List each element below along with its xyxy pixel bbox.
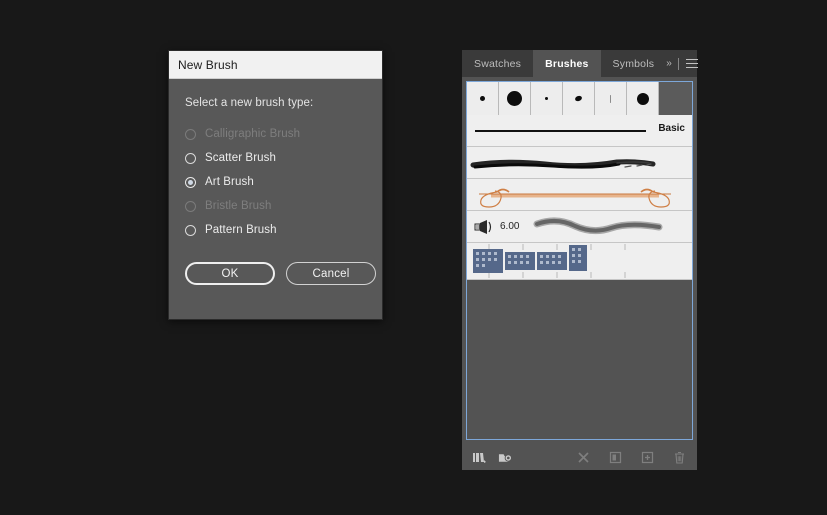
panel-menu-icon[interactable] xyxy=(685,59,698,68)
radio-bristle-brush: Bristle Brush xyxy=(185,194,382,218)
brush-swatch-calligraphic-1pt[interactable] xyxy=(531,82,563,115)
dot-icon xyxy=(574,94,583,103)
brush-size-value: 6.00 xyxy=(500,221,520,232)
brushes-list-container[interactable]: Basic 6.00 xyxy=(466,81,693,440)
brush-swatch-calligraphic-round[interactable] xyxy=(627,82,659,115)
panel-toolbar-left xyxy=(472,450,513,465)
charcoal-stroke-preview xyxy=(470,158,656,169)
brush-swatch-calligraphic-thin[interactable] xyxy=(595,82,627,115)
dialog-button-bar: OK Cancel xyxy=(185,262,382,285)
dot-icon xyxy=(545,97,548,100)
brush-swatch-calligraphic-3pt[interactable] xyxy=(467,82,499,115)
dialog-titlebar: New Brush xyxy=(169,51,382,79)
swatch-row-filler xyxy=(659,82,692,115)
radio-scatter-brush[interactable]: Scatter Brush xyxy=(185,146,382,170)
radio-calligraphic-brush: Calligraphic Brush xyxy=(185,122,382,146)
double-chevron-right-icon[interactable]: » xyxy=(666,58,671,69)
radio-label: Bristle Brush xyxy=(205,200,272,212)
dialog-title: New Brush xyxy=(178,57,238,72)
panel-tab-actions: » xyxy=(666,50,707,77)
panel-tab-bar: Swatches Brushes Symbols » xyxy=(462,50,698,77)
dot-icon xyxy=(610,94,611,103)
libraries-panel-icon[interactable] xyxy=(498,450,513,465)
brush-row-charcoal[interactable] xyxy=(467,147,692,179)
brush-swatch-calligraphic-oval[interactable] xyxy=(563,82,595,115)
dot-icon xyxy=(507,91,522,106)
tab-divider xyxy=(677,57,679,70)
brushes-panel: Swatches Brushes Symbols » Basic 6.00 xyxy=(462,50,698,470)
brush-swatch-calligraphic-10pt[interactable] xyxy=(499,82,531,115)
calligraphic-swatch-row xyxy=(467,82,692,115)
brush-row-basic[interactable]: Basic xyxy=(467,115,692,147)
ornament-art-stroke-preview xyxy=(479,188,671,208)
tab-swatches[interactable]: Swatches xyxy=(462,50,533,77)
bristle-brush-icon xyxy=(474,219,492,234)
new-brush-icon[interactable] xyxy=(640,450,655,465)
bristle-stroke-preview xyxy=(533,217,663,234)
radio-label: Pattern Brush xyxy=(205,224,277,236)
radio-icon xyxy=(185,128,196,140)
brush-list-empty-area xyxy=(467,310,692,439)
panel-bottom-toolbar xyxy=(462,444,697,470)
app-screen: New Brush Select a new brush type: Calli… xyxy=(0,0,827,515)
brush-row-pattern[interactable] xyxy=(467,243,692,280)
tab-brushes[interactable]: Brushes xyxy=(533,50,601,77)
delete-brush-icon[interactable] xyxy=(672,450,687,465)
remove-brush-stroke-icon[interactable] xyxy=(576,450,591,465)
brush-libraries-menu-icon[interactable] xyxy=(472,450,487,465)
brush-row-ornament-art[interactable] xyxy=(467,179,692,211)
radio-icon xyxy=(185,152,196,164)
ok-button[interactable]: OK xyxy=(185,262,275,285)
radio-label: Calligraphic Brush xyxy=(205,128,301,140)
dot-icon xyxy=(636,92,649,105)
brush-row-label: Basic xyxy=(658,123,685,134)
pattern-stroke-preview xyxy=(473,244,626,278)
radio-art-brush[interactable]: Art Brush xyxy=(185,170,382,194)
dot-icon xyxy=(480,96,485,101)
brush-options-icon[interactable] xyxy=(608,450,623,465)
basic-stroke-preview xyxy=(475,130,646,132)
radio-icon xyxy=(185,224,196,236)
panel-toolbar-right xyxy=(576,450,687,465)
radio-pattern-brush[interactable]: Pattern Brush xyxy=(185,218,382,242)
cancel-button[interactable]: Cancel xyxy=(286,262,376,285)
radio-selected-icon xyxy=(185,176,196,188)
dialog-body: Select a new brush type: Calligraphic Br… xyxy=(169,79,382,285)
brush-list: Basic 6.00 xyxy=(467,82,692,280)
dialog-prompt: Select a new brush type: xyxy=(185,97,314,109)
new-brush-dialog: New Brush Select a new brush type: Calli… xyxy=(168,50,383,320)
radio-label: Scatter Brush xyxy=(205,152,276,164)
tab-symbols[interactable]: Symbols xyxy=(601,50,667,77)
radio-label: Art Brush xyxy=(205,176,254,188)
brush-row-bristle[interactable]: 6.00 xyxy=(467,211,692,243)
radio-icon xyxy=(185,200,196,212)
